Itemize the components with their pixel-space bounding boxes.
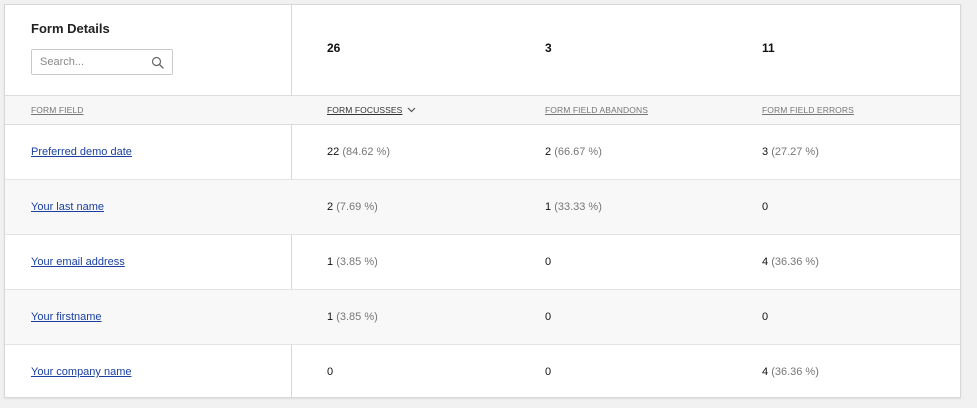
- form-focusses-cell: 0: [327, 366, 333, 378]
- total-form-field-abandons: 3: [545, 41, 552, 55]
- table-row: Your company name 0 0 4 (36.36 %): [5, 345, 960, 400]
- table-row: Your email address 1 (3.85 %) 0 4 (36.36…: [5, 235, 960, 290]
- form-field-abandons-cell: 0: [545, 311, 551, 323]
- form-focusses-cell: 2 (7.69 %): [327, 201, 378, 213]
- form-field-abandons-value: 0: [545, 366, 552, 378]
- chevron-down-icon: [408, 107, 416, 113]
- form-focusses-percent: (3.85 %): [336, 256, 378, 268]
- form-field-errors-percent: (27.27 %): [771, 146, 819, 158]
- form-field-abandons-cell: 0: [545, 366, 551, 378]
- column-header-form-focusses[interactable]: FORM FOCUSSES: [327, 105, 416, 115]
- form-focusses-value: 1: [327, 256, 334, 268]
- form-field-errors-value: 0: [762, 201, 769, 213]
- form-field-link[interactable]: Your company name: [31, 366, 132, 378]
- form-field-link[interactable]: Your email address: [31, 256, 125, 268]
- form-details-card: Form Details 26 3 11 FORM FIELD FORM FOC…: [4, 4, 961, 398]
- form-field-errors-value: 0: [762, 311, 769, 323]
- form-field-errors-cell: 4 (36.36 %): [762, 366, 819, 378]
- form-field-link[interactable]: Preferred demo date: [31, 146, 132, 158]
- table-row: Your firstname 1 (3.85 %) 0 0: [5, 290, 960, 345]
- panel-title: Form Details: [31, 21, 110, 36]
- column-header-form-field-errors[interactable]: FORM FIELD ERRORS: [762, 105, 854, 115]
- total-form-focusses: 26: [327, 41, 341, 55]
- form-focusses-value: 2: [327, 201, 334, 213]
- form-focusses-percent: (7.69 %): [336, 201, 378, 213]
- form-field-errors-percent: (36.36 %): [771, 366, 819, 378]
- form-field-abandons-value: 1: [545, 201, 552, 213]
- form-focusses-cell: 1 (3.85 %): [327, 311, 378, 323]
- form-field-errors-cell: 4 (36.36 %): [762, 256, 819, 268]
- column-header-form-field-abandons[interactable]: FORM FIELD ABANDONS: [545, 105, 648, 115]
- table-row: Your last name 2 (7.69 %) 1 (33.33 %) 0: [5, 180, 960, 235]
- form-field-abandons-cell: 2 (66.67 %): [545, 146, 602, 158]
- form-field-errors-value: 3: [762, 146, 769, 158]
- form-focusses-cell: 22 (84.62 %): [327, 146, 390, 158]
- form-field-abandons-cell: 1 (33.33 %): [545, 201, 602, 213]
- search-icon[interactable]: [151, 56, 164, 69]
- form-focusses-value: 22: [327, 146, 340, 158]
- form-field-errors-percent: (36.36 %): [771, 256, 819, 268]
- form-field-errors-value: 4: [762, 256, 769, 268]
- table-row: Preferred demo date 22 (84.62 %) 2 (66.6…: [5, 125, 960, 180]
- form-field-errors-cell: 0: [762, 311, 768, 323]
- form-focusses-value: 1: [327, 311, 334, 323]
- search-input[interactable]: [32, 50, 148, 74]
- form-field-abandons-percent: (33.33 %): [554, 201, 602, 213]
- form-field-link[interactable]: Your last name: [31, 201, 104, 213]
- form-focusses-percent: (3.85 %): [336, 311, 378, 323]
- form-field-abandons-percent: (66.67 %): [554, 146, 602, 158]
- summary-section: Form Details 26 3 11: [5, 5, 960, 95]
- form-field-abandons-value: 0: [545, 256, 552, 268]
- column-header-form-field[interactable]: FORM FIELD: [31, 105, 83, 115]
- form-focusses-cell: 1 (3.85 %): [327, 256, 378, 268]
- form-field-abandons-value: 2: [545, 146, 552, 158]
- table-header: FORM FIELD FORM FOCUSSES FORM FIELD ABAN…: [5, 95, 960, 125]
- form-focusses-value: 0: [327, 366, 334, 378]
- form-field-link[interactable]: Your firstname: [31, 311, 102, 323]
- form-field-errors-cell: 0: [762, 201, 768, 213]
- total-form-field-errors: 11: [762, 41, 775, 55]
- form-field-errors-cell: 3 (27.27 %): [762, 146, 819, 158]
- form-field-errors-value: 4: [762, 366, 769, 378]
- form-focusses-percent: (84.62 %): [342, 146, 391, 158]
- search-box[interactable]: [31, 49, 173, 75]
- form-field-abandons-cell: 0: [545, 256, 551, 268]
- column-header-form-focusses-label: FORM FOCUSSES: [327, 105, 403, 115]
- form-field-abandons-value: 0: [545, 311, 552, 323]
